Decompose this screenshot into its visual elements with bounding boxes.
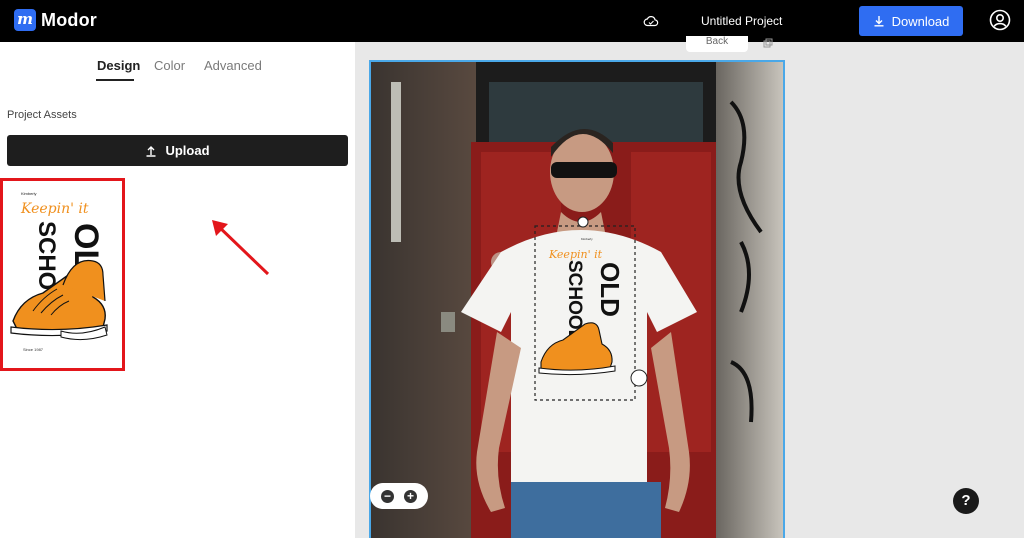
upload-button[interactable]: Upload (7, 135, 348, 166)
upload-label: Upload (165, 143, 210, 158)
tab-advanced[interactable]: Advanced (204, 58, 262, 73)
design-footer-text: Since 1987 (23, 347, 44, 352)
help-button[interactable]: ? (953, 488, 979, 514)
tab-color[interactable]: Color (154, 58, 185, 73)
model-photo: Kimberly Keepin' it OLD SCHOOL (371, 62, 783, 538)
zoom-out-button[interactable]: − (381, 489, 394, 503)
panel-tabs: Design Color Advanced (0, 56, 355, 84)
mockup-photo[interactable]: Kimberly Keepin' it OLD SCHOOL (369, 60, 785, 538)
red-arrow-annotation (212, 220, 270, 276)
top-bar: m Modor Untitled Project Download (0, 0, 1024, 42)
left-panel: Design Color Advanced Project Assets Upl… (0, 42, 355, 538)
upload-icon (146, 145, 156, 157)
logo-mark-icon: m (14, 9, 36, 31)
zoom-controls: − + (370, 483, 428, 509)
tab-design[interactable]: Design (97, 58, 140, 73)
canvas-area: Back Kimberly Keepin' it OLD SCHOOL − + … (355, 36, 1024, 538)
active-tab-indicator (96, 79, 134, 81)
app-name: Modor (41, 9, 97, 30)
asset-thumbnail[interactable]: Kimberly Keepin' it OLD SCHOOL Since 198… (0, 178, 125, 371)
copy-icon[interactable] (763, 38, 773, 48)
download-button[interactable]: Download (859, 6, 963, 36)
download-label: Download (891, 13, 950, 29)
design-small-text: Kimberly (21, 191, 37, 196)
project-title[interactable]: Untitled Project (701, 14, 782, 28)
back-button[interactable]: Back (686, 36, 748, 52)
project-assets-label: Project Assets (7, 109, 77, 121)
design-script-text: Keepin' it (20, 201, 89, 217)
design-artwork: Kimberly Keepin' it OLD SCHOOL Since 198… (3, 181, 122, 368)
cloud-save-icon[interactable] (643, 13, 659, 29)
user-account-icon[interactable] (989, 9, 1011, 31)
app-logo[interactable]: m Modor (14, 9, 97, 31)
shirt-small-text: Kimberly (581, 237, 593, 241)
download-icon (874, 16, 884, 27)
shirt-big-text-1: OLD (595, 262, 625, 317)
zoom-in-button[interactable]: + (404, 489, 417, 503)
